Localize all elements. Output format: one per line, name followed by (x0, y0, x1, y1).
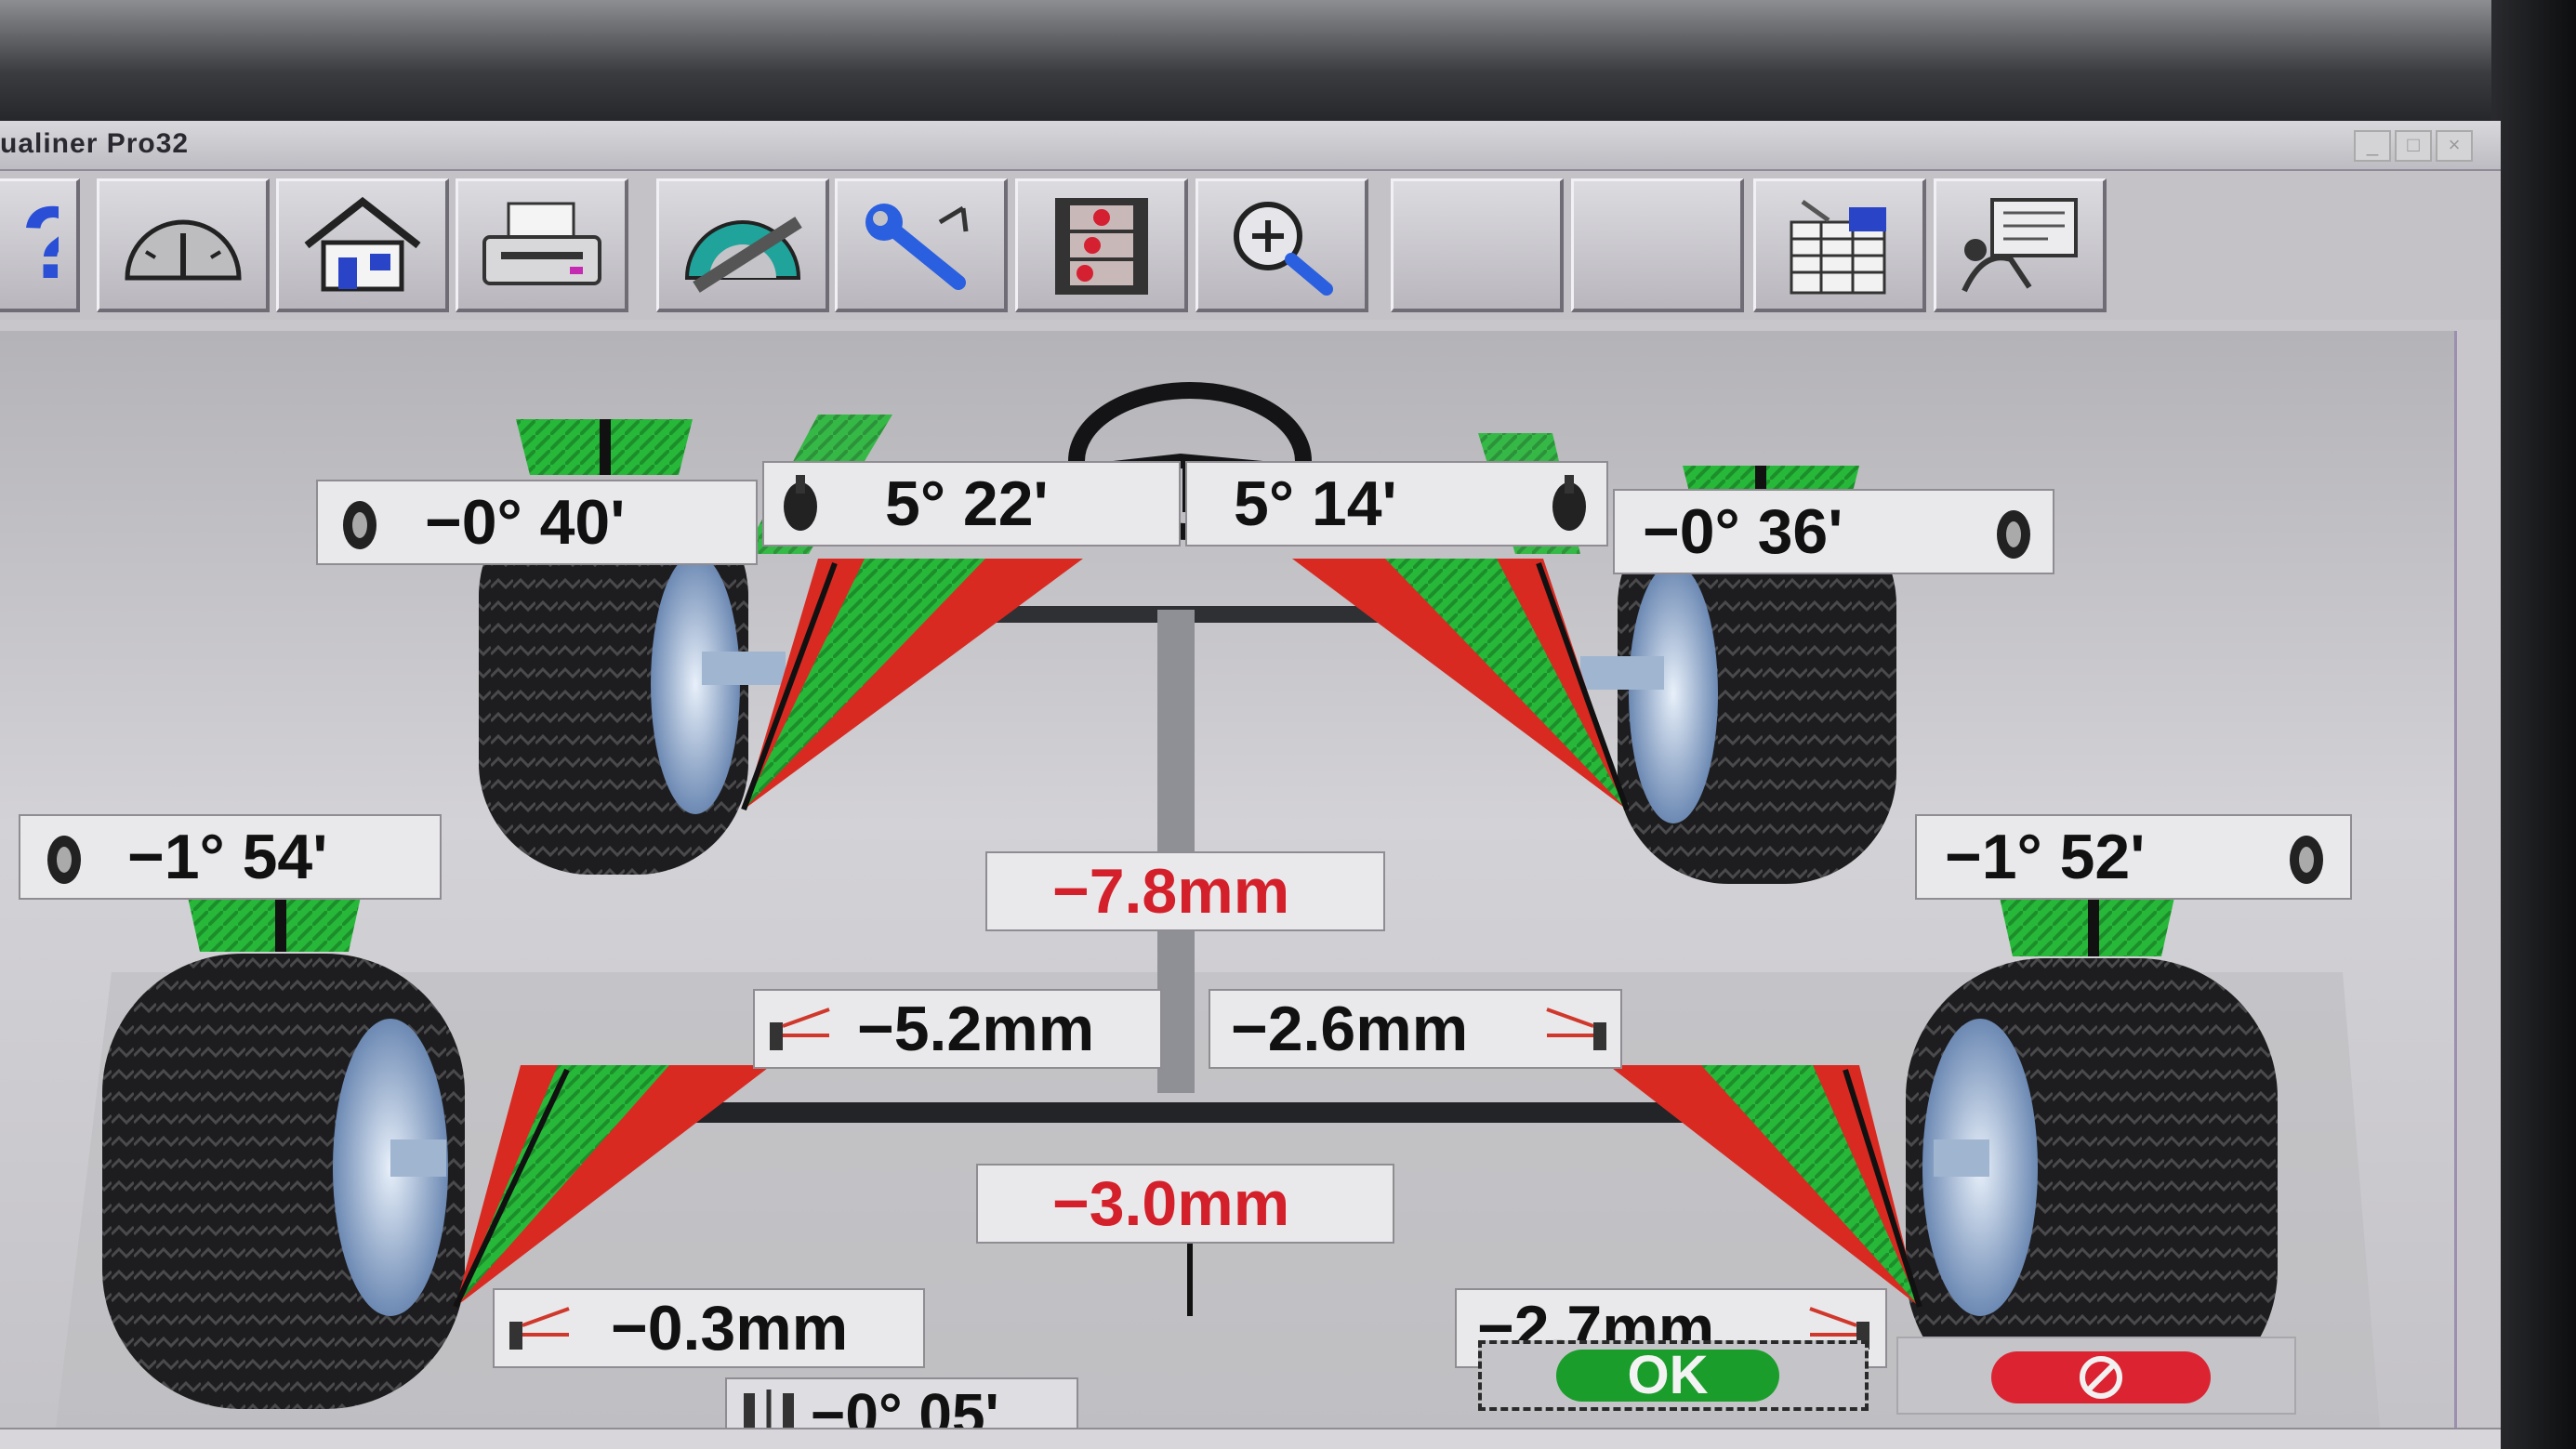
home-button[interactable] (276, 178, 449, 312)
right-sai-box: −1° 52' (1915, 814, 2352, 900)
empty-button-2[interactable] (1571, 178, 1744, 312)
camber-icon (1997, 510, 2030, 559)
rear-left-wheel (102, 889, 465, 1409)
front-left-camber-value: −0° 40' (425, 487, 626, 558)
window-controls: _ □ × (2354, 130, 2473, 162)
status-bar (0, 1428, 2501, 1449)
caster-icon (784, 475, 817, 531)
monitor-bezel-right (2491, 0, 2576, 1449)
toe-icon (509, 1307, 570, 1350)
camber-icon (343, 501, 376, 549)
right-sai-value: −1° 52' (1945, 822, 2146, 892)
no-entry-icon (2080, 1356, 2122, 1399)
adjust-button[interactable] (835, 178, 1008, 312)
measure-button[interactable] (656, 178, 829, 312)
window-title: ualiner Pro32 (0, 128, 190, 159)
empty-button-1[interactable] (1391, 178, 1564, 312)
zoom-in-icon (1234, 202, 1333, 296)
caster-icon (1552, 475, 1586, 531)
svg-text:?: ? (21, 194, 59, 296)
spec-table-button[interactable] (1753, 178, 1926, 312)
toe-icon (770, 1008, 830, 1050)
front-right-toe-value: −2.6mm (1231, 994, 1469, 1064)
minimize-button[interactable]: _ (2354, 130, 2391, 162)
front-left-toe-box: −5.2mm (753, 989, 1162, 1069)
wrench-icon (865, 204, 969, 290)
left-sai-value: −1° 54' (127, 822, 328, 892)
sai-icon (2290, 836, 2323, 884)
home-icon (304, 196, 421, 292)
front-total-toe-value: −7.8mm (1052, 856, 1290, 927)
front-right-camber-value: −0° 36' (1643, 496, 1843, 567)
help-button[interactable]: ? (0, 178, 80, 312)
gauge-button[interactable] (97, 178, 270, 312)
ok-bar: OK (1478, 1340, 1869, 1411)
speedometer-icon (125, 219, 242, 281)
front-total-toe-box: −7.8mm (985, 851, 1385, 931)
rear-axle-bar (576, 1102, 1766, 1123)
rear-left-toe-box: −0.3mm (493, 1288, 925, 1368)
lift-icon (1962, 198, 2078, 293)
ok-button[interactable]: OK (1556, 1349, 1779, 1403)
zoom-button[interactable] (1196, 178, 1368, 312)
close-button[interactable]: × (2436, 130, 2473, 162)
print-button[interactable] (456, 178, 628, 312)
sai-icon (47, 836, 81, 884)
spreadsheet-icon (1790, 199, 1886, 295)
maximize-button[interactable]: □ (2395, 130, 2432, 162)
front-right-caster-box: 5° 14' (1185, 461, 1608, 547)
video-button[interactable] (1015, 178, 1188, 312)
protractor-icon (684, 217, 802, 293)
rear-right-wheel (1906, 893, 2278, 1409)
rear-total-toe-value: −3.0mm (1052, 1168, 1290, 1239)
film-icon (1055, 198, 1148, 295)
rear-total-toe-box: −3.0mm (976, 1164, 1394, 1244)
front-right-camber-box: −0° 36' (1613, 489, 2054, 574)
printer-icon (482, 202, 601, 285)
toe-icon (1546, 1008, 1606, 1050)
app-window: ualiner Pro32 _ □ × ? (0, 121, 2501, 1449)
front-left-caster-value: 5° 22' (885, 468, 1049, 539)
front-left-camber-box: −0° 40' (316, 480, 758, 565)
front-right-caster-value: 5° 14' (1234, 468, 1397, 539)
vehicle-lift-button[interactable] (1934, 178, 2107, 312)
toolbar: ? (0, 171, 2501, 320)
front-left-caster-box: 5° 22' (762, 461, 1181, 547)
monitor-bezel-top (0, 0, 2576, 121)
left-sai-box: −1° 54' (19, 814, 442, 900)
front-right-toe-box: −2.6mm (1209, 989, 1622, 1069)
title-bar: ualiner Pro32 _ □ × (0, 121, 2501, 171)
rear-left-toe-value: −0.3mm (611, 1293, 849, 1363)
cancel-button[interactable] (1991, 1351, 2211, 1403)
front-left-toe-value: −5.2mm (857, 994, 1095, 1064)
alignment-view: −0° 40' 5° 22' 5° 14' −0° 36' −1° 54' −1… (0, 331, 2457, 1449)
question-icon: ? (21, 194, 59, 296)
cancel-bar (1896, 1337, 2296, 1415)
